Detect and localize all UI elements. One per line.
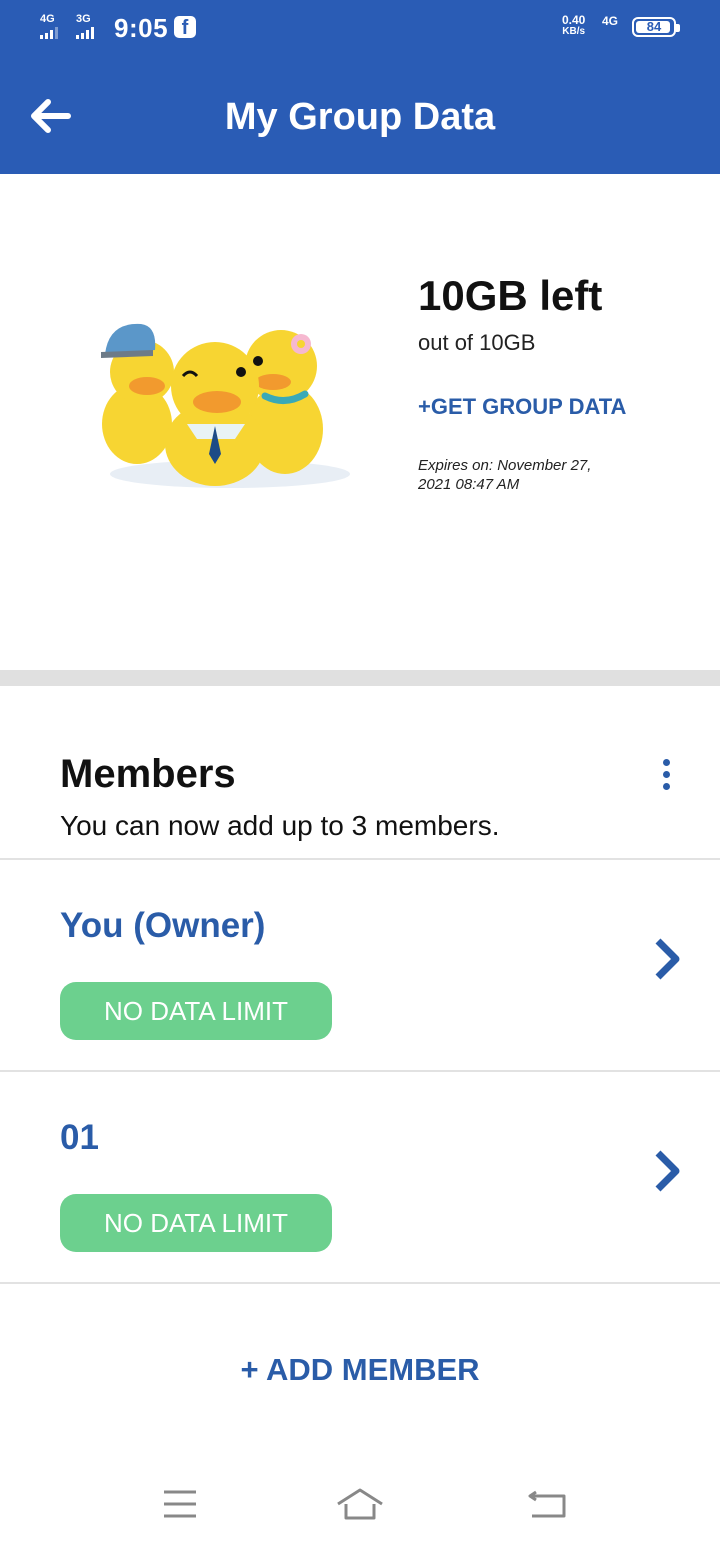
menu-button[interactable] — [150, 1482, 210, 1526]
signal-bars-icon — [40, 27, 58, 39]
network-type-label: 4G — [602, 14, 619, 28]
chevron-right-icon — [655, 938, 680, 980]
back-nav-button[interactable] — [518, 1482, 578, 1526]
divider — [0, 1282, 720, 1284]
status-bar: 4G 3G 9:05 f 0.40 KB/s 4G 84 — [0, 0, 720, 56]
battery-icon: 84 — [632, 17, 680, 37]
battery-cap — [676, 24, 680, 32]
facebook-icon: f — [174, 16, 196, 39]
expiry-date: Expires on: November 27, 2021 08:47 AM — [418, 457, 592, 493]
page-title: My Group Data — [224, 96, 496, 138]
members-subtitle: You can now add up to 3 members. — [60, 810, 500, 841]
header: 4G 3G 9:05 f 0.40 KB/s 4G 84 My Group Da… — [0, 0, 720, 174]
clock: 9:05 — [114, 13, 169, 43]
data-limit-badge: NO DATA LIMIT — [60, 1194, 332, 1252]
signal-3g: 3G — [76, 14, 94, 39]
member-row-01[interactable]: 01 NO DATA LIMIT — [0, 1072, 720, 1282]
member-row-owner[interactable]: You (Owner) NO DATA LIMIT — [0, 860, 720, 1070]
chevron-right-icon — [655, 1150, 680, 1192]
signal-4g: 4G — [40, 14, 58, 39]
menu-icon — [164, 1490, 196, 1518]
network-type-label: 3G — [76, 13, 91, 25]
home-button[interactable] — [330, 1482, 390, 1526]
get-group-data-link[interactable]: +GET GROUP DATA — [418, 394, 626, 420]
members-title: Members — [60, 752, 236, 796]
add-member-button[interactable]: + ADD MEMBER — [0, 1352, 720, 1388]
system-nav-bar — [0, 1460, 720, 1544]
battery-level: 84 — [646, 19, 662, 34]
speed-unit: KB/s — [562, 26, 586, 37]
data-remaining: 10GB left — [418, 272, 603, 319]
network-type-label: 4G — [40, 13, 55, 25]
network-speed: 0.40 KB/s — [562, 14, 585, 37]
signal-bars-icon — [76, 27, 94, 39]
data-total: out of 10GB — [418, 330, 536, 355]
member-name: 01 — [60, 1118, 99, 1157]
more-options-icon[interactable] — [650, 754, 682, 798]
member-name: You (Owner) — [60, 906, 266, 945]
section-divider — [0, 670, 720, 686]
data-limit-badge: NO DATA LIMIT — [60, 982, 332, 1040]
ducks-illustration — [101, 323, 350, 488]
speed-value: 0.40 — [562, 13, 586, 27]
home-icon — [337, 1488, 383, 1520]
data-summary-card: 10GB left out of 10GB +GET GROUP DATA Ex… — [0, 174, 720, 670]
back-icon — [528, 1490, 566, 1518]
